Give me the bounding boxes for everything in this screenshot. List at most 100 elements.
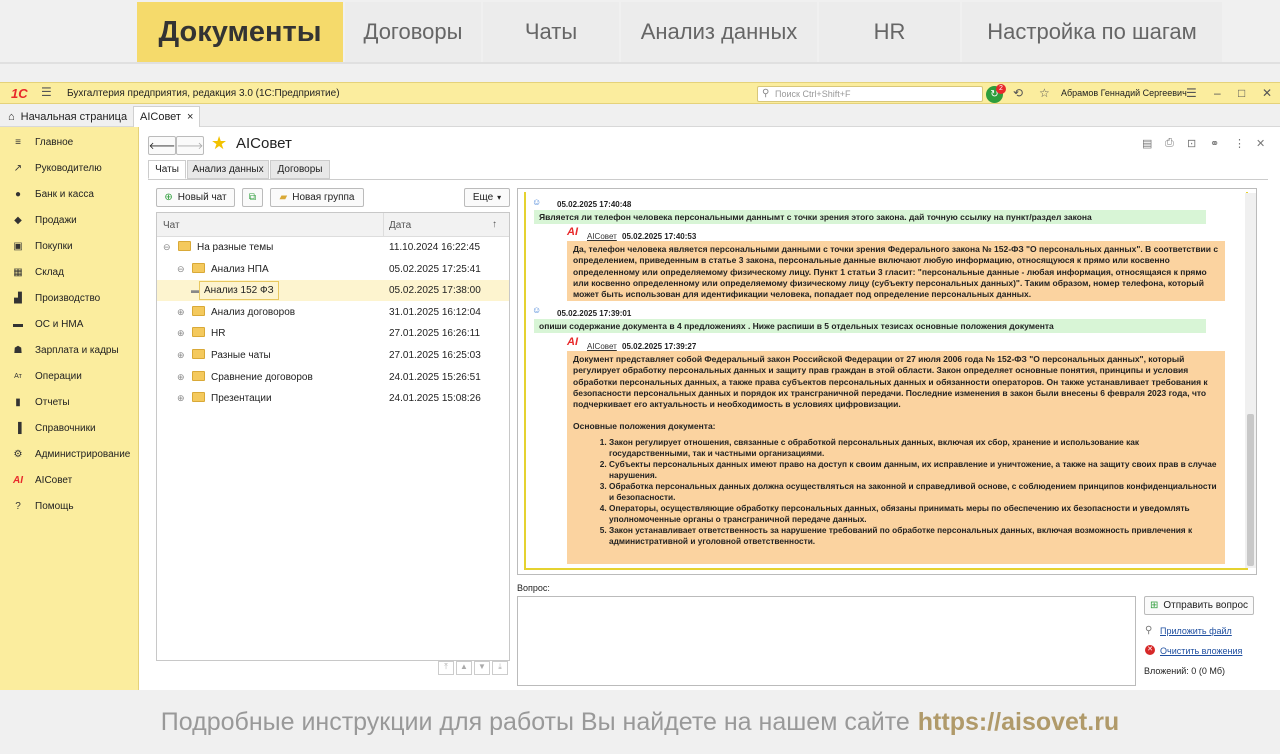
expand-toggle-icon[interactable]: ⊕ xyxy=(177,393,185,404)
link-icon[interactable]: ⚭ xyxy=(1210,137,1219,150)
star-icon[interactable]: ☆ xyxy=(1039,86,1050,100)
sidebar-item-salary[interactable]: ☗ Зарплата и кадры xyxy=(0,340,139,360)
ai-logo-icon: AI xyxy=(567,336,578,348)
answer-message: Да, телефон человека является персональн… xyxy=(567,241,1225,301)
arrow-left-icon: 🡐 xyxy=(148,140,176,152)
tree-row[interactable]: ⊕ Анализ договоров 31.01.2025 16:12:04 xyxy=(157,302,509,323)
answer-point: Закон устанавливает ответственность за н… xyxy=(609,525,1219,547)
tree-row-date: 05.02.2025 17:38:00 xyxy=(389,285,481,297)
last-page-icon[interactable]: ⤓ xyxy=(492,661,508,675)
promo-tab-setup[interactable]: Настройка по шагам xyxy=(962,2,1222,62)
sidebar-item-references[interactable]: ▐ Справочники xyxy=(0,418,139,438)
question-input[interactable] xyxy=(517,596,1136,686)
minimize-icon[interactable]: – xyxy=(1214,86,1221,100)
tree-row-date: 05.02.2025 17:25:41 xyxy=(389,263,481,275)
scrollbar-thumb[interactable] xyxy=(1247,414,1254,566)
folder-icon xyxy=(192,262,205,273)
favorite-star-icon[interactable]: ★ xyxy=(211,133,227,154)
send-question-button[interactable]: ⊞ Отправить вопрос xyxy=(1144,596,1254,615)
maximize-icon[interactable]: □ xyxy=(1238,86,1245,100)
sidebar-item-assets[interactable]: ▬ ОС и НМА xyxy=(0,314,139,334)
tree-row[interactable]: ▬ Анализ 152 ФЗ 05.02.2025 17:38:00 xyxy=(157,280,509,302)
ai-author-name[interactable]: AIСовет xyxy=(587,342,617,351)
coin-icon: ● xyxy=(14,188,22,200)
back-button[interactable]: 🡐 xyxy=(148,136,176,155)
promo-tab-contracts[interactable]: Договоры xyxy=(345,2,481,62)
expand-toggle-icon[interactable]: ⊕ xyxy=(177,328,185,339)
tree-row-date: 11.10.2024 16:22:45 xyxy=(389,242,481,253)
hamburger-icon[interactable]: ☰ xyxy=(41,85,52,99)
sidebar-item-production[interactable]: ▟ Производство xyxy=(0,288,139,308)
next-page-icon[interactable]: ▼ xyxy=(474,661,490,675)
tab-data-analysis[interactable]: Анализ данных xyxy=(187,160,269,179)
promo-tab-chats[interactable]: Чаты xyxy=(483,2,619,62)
more-vertical-icon[interactable]: ⋮ xyxy=(1234,137,1245,150)
sidebar-item-label: Помощь xyxy=(35,500,74,512)
answer-point: Обработка персональных данных должна осу… xyxy=(609,481,1219,503)
column-chat[interactable]: Чат xyxy=(163,220,180,231)
new-group-button[interactable]: ▰ Новая группа xyxy=(270,188,364,207)
sidebar-item-director[interactable]: ↗ Руководителю xyxy=(0,158,139,178)
promo-tab-documents[interactable]: Документы xyxy=(137,2,343,62)
search-input[interactable]: ⚲ Поиск Ctrl+Shift+F xyxy=(757,86,983,102)
tree-row[interactable]: ⊖ На разные темы 11.10.2024 16:22:45 xyxy=(157,237,509,258)
close-form-icon[interactable]: ✕ xyxy=(1256,137,1265,150)
app-title: Бухгалтерия предприятия, редакция 3.0 (1… xyxy=(67,88,340,99)
home-tab[interactable]: ⌂ Начальная страница xyxy=(8,106,127,127)
user-name[interactable]: Абрамов Геннадий Сергеевич xyxy=(1061,88,1187,98)
column-date[interactable]: Дата xyxy=(389,220,411,231)
first-page-icon[interactable]: ⤒ xyxy=(438,661,454,675)
tree-row-name: Анализ НПА xyxy=(211,263,269,275)
tree-row[interactable]: ⊖ Анализ НПА 05.02.2025 17:25:41 xyxy=(157,259,509,280)
new-chat-button[interactable]: ⊕ Новый чат xyxy=(156,188,235,207)
expand-toggle-icon[interactable]: ⊖ xyxy=(177,264,185,275)
clear-attachments-link[interactable]: Очистить вложения xyxy=(1160,646,1242,656)
question-message: опиши содержание документа в 4 предложен… xyxy=(534,319,1206,333)
chat-scrollbar[interactable] xyxy=(1245,193,1256,568)
tab-contracts[interactable]: Договоры xyxy=(270,160,330,179)
expand-toggle-icon[interactable]: ⊕ xyxy=(177,307,185,318)
forward-button[interactable]: 🡒 xyxy=(176,136,204,155)
tree-row[interactable]: ⊕ Разные чаты 27.01.2025 16:25:03 xyxy=(157,345,509,366)
close-tab-icon[interactable]: × xyxy=(187,111,193,123)
aisovet-tab[interactable]: AIСовет × xyxy=(133,106,201,127)
promo-tab-data-analysis[interactable]: Анализ данных xyxy=(621,2,817,62)
print-icon[interactable]: ⎙ xyxy=(1165,137,1174,150)
sidebar-item-reports[interactable]: ▮ Отчеты xyxy=(0,392,139,412)
more-button[interactable]: Еще ▾ xyxy=(464,188,510,207)
save-icon[interactable]: ▤ xyxy=(1142,137,1152,150)
truck-icon: ▬ xyxy=(13,318,23,330)
sidebar-item-purchases[interactable]: ▣ Покупки xyxy=(0,236,139,256)
ai-author-name[interactable]: AIСовет xyxy=(587,232,617,241)
sidebar-item-label: Справочники xyxy=(35,422,96,434)
tree-row[interactable]: ⊕ HR 27.01.2025 16:26:11 xyxy=(157,323,509,344)
sidebar-item-warehouse[interactable]: ▦ Склад xyxy=(0,262,139,282)
promo-tab-hr[interactable]: HR xyxy=(819,2,960,62)
close-icon[interactable]: ✕ xyxy=(1262,86,1272,100)
tab-chats[interactable]: Чаты xyxy=(148,160,186,179)
sidebar-item-main[interactable]: ≡ Главное xyxy=(0,132,139,152)
answer-points: Закон регулирует отношения, связанные с … xyxy=(597,437,1219,547)
expand-toggle-icon[interactable]: ⊕ xyxy=(177,350,185,361)
history-icon[interactable]: ⟲ xyxy=(1013,86,1023,100)
attach-file-link[interactable]: Приложить файл xyxy=(1160,626,1232,636)
copy-chat-button[interactable]: ⧉ xyxy=(242,188,263,207)
tree-row[interactable]: ⊕ Презентации 24.01.2025 15:08:26 xyxy=(157,388,509,409)
sidebar-item-bank[interactable]: ● Банк и касса xyxy=(0,184,139,204)
footer-url[interactable]: https://aisovet.ru xyxy=(918,708,1119,737)
sidebar-item-operations[interactable]: Ат Операции xyxy=(0,366,139,386)
sidebar-item-help[interactable]: ? Помощь xyxy=(0,496,139,516)
expand-toggle-icon[interactable]: ⊖ xyxy=(163,242,171,253)
sidebar-item-sales[interactable]: ◆ Продажи xyxy=(0,210,139,230)
preview-icon[interactable]: ⊡ xyxy=(1187,137,1196,150)
prev-page-icon[interactable]: ▲ xyxy=(456,661,472,675)
chat-panel[interactable]: ☺ 05.02.2025 17:40:48 Является ли телефо… xyxy=(517,188,1257,575)
user-avatar-icon: ☺ xyxy=(532,197,542,207)
expand-toggle-icon[interactable]: ⊕ xyxy=(177,372,185,383)
sidebar-item-aisovet[interactable]: AI AIСовет xyxy=(0,470,139,490)
sidebar-item-admin[interactable]: ⚙ Администрирование xyxy=(0,444,139,464)
tree-row-date: 27.01.2025 16:25:03 xyxy=(389,350,481,361)
tree-row[interactable]: ⊕ Сравнение договоров 24.01.2025 15:26:51 xyxy=(157,367,509,388)
settings-menu-icon[interactable]: ☰ xyxy=(1186,86,1197,100)
sort-arrow-icon[interactable]: ↑ xyxy=(492,219,497,230)
